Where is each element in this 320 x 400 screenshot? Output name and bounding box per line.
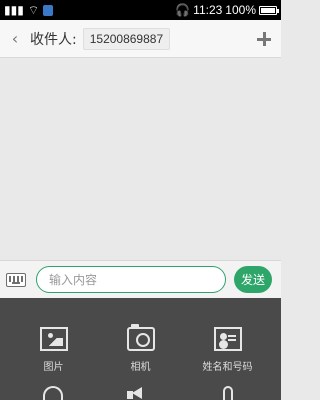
attachment-panel: 图片 相机 姓名和号码	[0, 298, 281, 400]
headphones-icon: 🎧	[175, 3, 191, 17]
message-header: ‹ 收件人: 15200869887	[0, 20, 281, 58]
compose-bar: 输入内容 发送	[0, 260, 281, 298]
attachment-image[interactable]: 图片	[7, 327, 100, 373]
wifi-icon: ⌔	[27, 2, 40, 17]
attachment-label-camera: 相机	[130, 362, 151, 373]
status-time: 11:23	[193, 3, 223, 17]
microphone-icon[interactable]	[223, 386, 233, 400]
image-icon	[39, 327, 68, 351]
add-recipient-icon[interactable]	[255, 30, 273, 48]
attachment-label-image: 图片	[43, 362, 64, 373]
signal-icon: ▮▮▮	[4, 3, 24, 17]
camera-icon	[126, 324, 155, 351]
attachment-label-contact: 姓名和号码	[202, 362, 253, 373]
battery-icon	[259, 5, 279, 15]
send-button[interactable]: 发送	[234, 266, 272, 293]
back-arrow-icon[interactable]: ‹	[8, 29, 22, 49]
attachment-camera[interactable]: 相机	[94, 324, 187, 373]
speaker-icon[interactable]	[127, 386, 151, 400]
attachment-contact[interactable]: 姓名和号码	[181, 327, 274, 373]
status-bar: ▮▮▮ ⌔ 🎧 11:23 100%	[0, 0, 281, 20]
notification-app-icon	[43, 4, 54, 16]
battery-percentage: 100%	[225, 3, 256, 17]
alarm-clock-icon[interactable]	[43, 386, 63, 400]
contact-card-icon	[213, 327, 242, 351]
keyboard-icon[interactable]	[6, 272, 26, 287]
recipient-label: 收件人:	[30, 31, 77, 48]
message-list-area	[0, 58, 281, 260]
recipient-number[interactable]: 15200869887	[82, 27, 171, 50]
message-input[interactable]: 输入内容	[36, 266, 226, 293]
